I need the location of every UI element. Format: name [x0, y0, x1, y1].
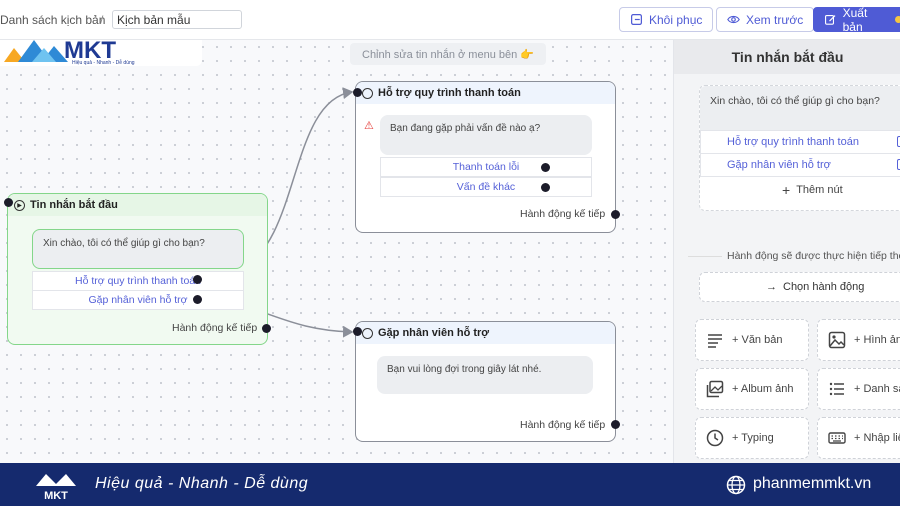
- add-album-label: + Album ảnh: [732, 383, 794, 395]
- node-staff[interactable]: Gặp nhân viên hỗ trợ Bạn vui lòng đợi tr…: [355, 321, 616, 442]
- node-payment-handle[interactable]: [353, 88, 362, 97]
- node-payment-title: Hỗ trợ quy trình thanh toán: [378, 87, 521, 99]
- node-start-header: ▶ Tin nhắn bắt đầu: [8, 194, 267, 216]
- text-lines-icon: [708, 334, 722, 348]
- node-staff-message[interactable]: Bạn vui lòng đợi trong giây lát nhé.: [377, 356, 593, 394]
- restore-label: Khôi phục: [649, 12, 703, 27]
- edit-icon: [825, 15, 836, 25]
- plus-icon: +: [782, 182, 791, 198]
- album-icon: [706, 380, 724, 398]
- add-list-tile[interactable]: + Danh sách: [817, 368, 900, 410]
- node-payment-header: Hỗ trợ quy trình thanh toán: [356, 82, 615, 104]
- footer-banner: MKT Hiệu quả - Nhanh - Dễ dùng phanmemmk…: [0, 463, 900, 506]
- panel-option-staff[interactable]: Gặp nhân viên hỗ trợ: [700, 153, 900, 177]
- node-staff-title: Gặp nhân viên hỗ trợ: [378, 327, 490, 339]
- preview-label: Xem trước: [746, 12, 804, 27]
- eye-icon: [727, 15, 740, 24]
- mkt-footer-logo: MKT: [36, 474, 76, 502]
- play-icon: ▶: [14, 199, 25, 211]
- preview-button[interactable]: Xem trước: [716, 7, 815, 32]
- add-input-label: + Nhập liệu: [854, 432, 900, 444]
- node-payment[interactable]: Hỗ trợ quy trình thanh toán ⚠ Bạn đang g…: [355, 81, 616, 233]
- choose-action-button[interactable]: → Chọn hành động: [699, 272, 900, 302]
- choose-action-label: Chọn hành động: [783, 281, 865, 293]
- node-start-handle[interactable]: [4, 198, 13, 207]
- next-action-note: Hành động sẽ được thực hiện tiếp theo: [727, 250, 900, 262]
- list-icon: [829, 382, 844, 396]
- node-payment-message[interactable]: Bạn đang gặp phải vấn đề nào ạ?: [380, 115, 592, 155]
- node-start-option-payment[interactable]: Hỗ trợ quy trình thanh toán: [32, 271, 244, 291]
- panel-title: Tin nhắn bắt đầu: [674, 40, 900, 74]
- add-image-label: + Hình ảnh: [854, 334, 900, 346]
- warning-icon: ⚠: [364, 120, 374, 132]
- panel-option-staff-label: Gặp nhân viên hỗ trợ: [727, 159, 831, 171]
- scenario-name-input[interactable]: [112, 10, 242, 29]
- node-staff-handle[interactable]: [353, 327, 362, 336]
- footer-website[interactable]: phanmemmkt.vn: [753, 475, 871, 493]
- footer-logo-text: MKT: [44, 490, 68, 502]
- chat-icon: [362, 87, 373, 99]
- top-bar: Danh sách kịch bản / Khôi phục Xem trước…: [0, 0, 900, 40]
- panel-message[interactable]: Xin chào, tôi có thể giúp gì cho bạn?: [700, 86, 900, 130]
- status-dot: [895, 16, 900, 23]
- node-payment-next: Hành động kế tiếp: [520, 208, 606, 220]
- node-payment-option-error[interactable]: Thanh toán lỗi: [380, 157, 592, 177]
- node-start-option-payment-handle[interactable]: [193, 275, 202, 284]
- image-icon: [828, 331, 846, 349]
- node-payment-next-handle[interactable]: [611, 210, 620, 219]
- divider: [688, 256, 722, 257]
- add-image-tile[interactable]: + Hình ảnh: [817, 319, 900, 361]
- footer-tagline: Hiệu quả - Nhanh - Dễ dùng: [95, 475, 309, 492]
- node-payment-option-other[interactable]: Vấn đề khác: [380, 177, 592, 197]
- clock-icon: [706, 429, 724, 447]
- node-staff-header: Gặp nhân viên hỗ trợ: [356, 322, 615, 344]
- node-start-option-staff[interactable]: Gặp nhân viên hỗ trợ: [32, 290, 244, 310]
- chat-icon: [362, 327, 373, 339]
- node-staff-next-handle[interactable]: [611, 420, 620, 429]
- node-start-title: Tin nhắn bắt đầu: [30, 199, 118, 211]
- node-start-next-handle[interactable]: [262, 324, 271, 333]
- add-text-label: + Văn bản: [732, 334, 783, 346]
- node-payment-option-other-handle[interactable]: [541, 183, 550, 192]
- publish-button[interactable]: Xuất bản: [813, 5, 900, 34]
- breadcrumb-scenario-list[interactable]: Danh sách kịch bản: [0, 13, 105, 27]
- breadcrumb-separator: /: [100, 13, 104, 27]
- panel-message-card: Xin chào, tôi có thể giúp gì cho bạn? Hỗ…: [699, 85, 900, 211]
- add-album-tile[interactable]: + Album ảnh: [695, 368, 809, 410]
- node-start-message[interactable]: Xin chào, tôi có thể giúp gì cho bạn?: [32, 229, 244, 269]
- add-button[interactable]: + Thêm nút: [700, 178, 900, 202]
- publish-label: Xuất bản: [842, 5, 868, 34]
- flow-canvas[interactable]: MKT Hiệu quả - Nhanh - Dễ dùng Chỉnh sửa…: [0, 40, 673, 463]
- node-start-option-staff-handle[interactable]: [193, 295, 202, 304]
- globe-icon: [726, 475, 746, 495]
- add-list-label: + Danh sách: [854, 383, 900, 395]
- node-start[interactable]: ▶ Tin nhắn bắt đầu Xin chào, tôi có thể …: [7, 193, 268, 345]
- node-staff-next: Hành động kế tiếp: [520, 419, 606, 431]
- arrow-right-icon: →: [766, 281, 777, 293]
- properties-panel: Tin nhắn bắt đầu Xin chào, tôi có thể gi…: [673, 40, 900, 463]
- add-typing-tile[interactable]: + Typing: [695, 417, 809, 459]
- add-button-label: Thêm nút: [796, 184, 843, 196]
- keyboard-icon: [828, 432, 846, 444]
- node-start-next: Hành động kế tiếp: [172, 322, 258, 334]
- restore-icon: [631, 14, 642, 25]
- panel-option-payment[interactable]: Hỗ trợ quy trình thanh toán: [700, 130, 900, 154]
- node-payment-option-error-handle[interactable]: [541, 163, 550, 172]
- add-typing-label: + Typing: [732, 432, 774, 444]
- add-input-tile[interactable]: + Nhập liệu: [817, 417, 900, 459]
- restore-button[interactable]: Khôi phục: [619, 7, 714, 32]
- add-text-tile[interactable]: + Văn bản: [695, 319, 809, 361]
- panel-option-payment-label: Hỗ trợ quy trình thanh toán: [727, 136, 859, 148]
